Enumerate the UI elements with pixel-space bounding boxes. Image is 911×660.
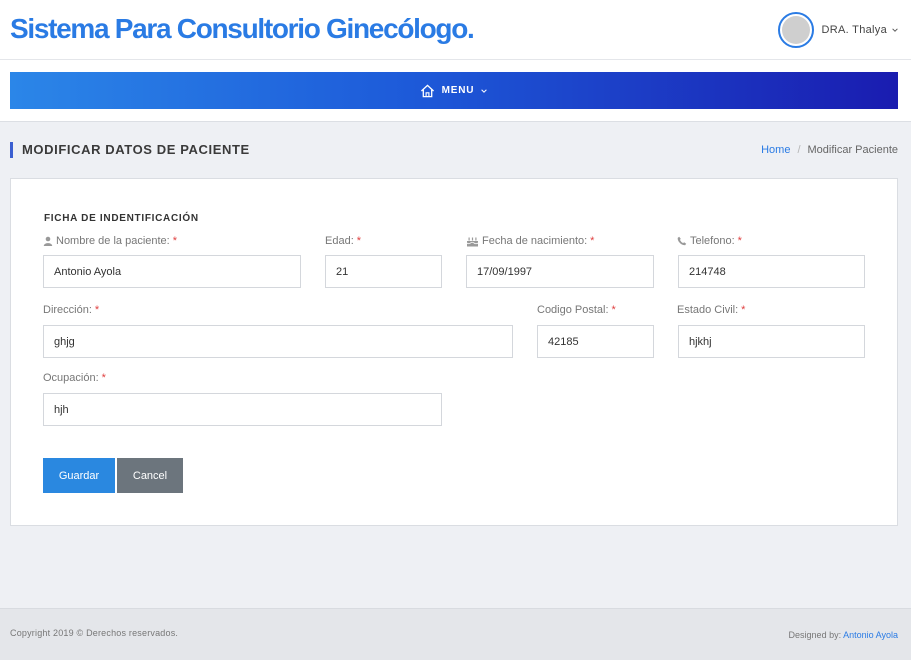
user-menu[interactable]: DRA. Thalya <box>777 12 899 48</box>
user-name[interactable]: DRA. Thalya <box>822 24 887 36</box>
telefono-label: Telefono: * <box>677 235 742 247</box>
menu-label: MENU <box>441 85 475 96</box>
patient-form-card: FICHA DE INDENTIFICACIÓN Nombre de la pa… <box>10 178 898 526</box>
direccion-input[interactable] <box>43 325 513 358</box>
breadcrumb-home-link[interactable]: Home <box>761 144 790 156</box>
menu-dropdown-button[interactable]: MENU <box>420 84 489 98</box>
avatar[interactable] <box>777 12 814 48</box>
footer: Copyright 2019 © Derechos reservados. De… <box>0 608 911 660</box>
required-mark: * <box>741 304 746 316</box>
author-link[interactable]: Antonio Ayola <box>843 630 898 640</box>
required-mark: * <box>737 235 742 247</box>
top-header: Sistema Para Consultorio Ginecólogo. DRA… <box>0 0 911 60</box>
direccion-label: Dirección: * <box>43 304 100 316</box>
nombre-label: Nombre de la paciente: * <box>43 235 177 247</box>
birthday-cake-icon <box>466 237 479 246</box>
chevron-down-icon <box>481 88 488 93</box>
required-mark: * <box>94 304 100 316</box>
breadcrumb: Home / Modificar Paciente <box>761 144 898 156</box>
estado-civil-label: Estado Civil: * <box>677 304 746 316</box>
nombre-input[interactable] <box>43 255 301 288</box>
breadcrumb-current: Modificar Paciente <box>807 144 899 156</box>
cancel-button[interactable]: Cancel <box>117 458 183 493</box>
chevron-down-icon[interactable] <box>891 26 899 34</box>
codigo-postal-label: Codigo Postal: * <box>537 304 616 316</box>
edad-input[interactable] <box>325 255 442 288</box>
breadcrumb-separator: / <box>797 144 801 156</box>
designed-by-label: Designed by: <box>788 630 842 640</box>
ocupacion-input[interactable] <box>43 393 442 426</box>
fecha-nacimiento-input[interactable] <box>466 255 654 288</box>
save-button[interactable]: Guardar <box>43 458 115 493</box>
user-icon <box>43 236 53 246</box>
section-title: FICHA DE INDENTIFICACIÓN <box>44 213 199 224</box>
copyright-text: Copyright 2019 © Derechos reservados. <box>10 628 179 638</box>
required-mark: * <box>101 372 106 384</box>
edad-label: Edad: * <box>325 235 362 247</box>
nav-container: MENU <box>0 60 911 122</box>
required-mark: * <box>172 235 178 247</box>
designed-by: Designed by: Antonio Ayola <box>789 630 898 640</box>
required-mark: * <box>611 304 616 316</box>
estado-civil-input[interactable] <box>678 325 865 358</box>
home-icon <box>420 84 434 97</box>
fecha-label: Fecha de nacimiento: * <box>466 235 594 247</box>
ocupacion-label: Ocupación: * <box>43 372 106 384</box>
main-navbar: MENU <box>10 72 898 109</box>
phone-icon <box>677 236 687 246</box>
required-mark: * <box>590 235 595 247</box>
page-title: MODIFICAR DATOS DE PACIENTE <box>10 142 250 158</box>
app-title[interactable]: Sistema Para Consultorio Ginecólogo. <box>10 13 475 45</box>
codigo-postal-input[interactable] <box>537 325 654 358</box>
telefono-input[interactable] <box>678 255 865 288</box>
required-mark: * <box>356 235 362 247</box>
